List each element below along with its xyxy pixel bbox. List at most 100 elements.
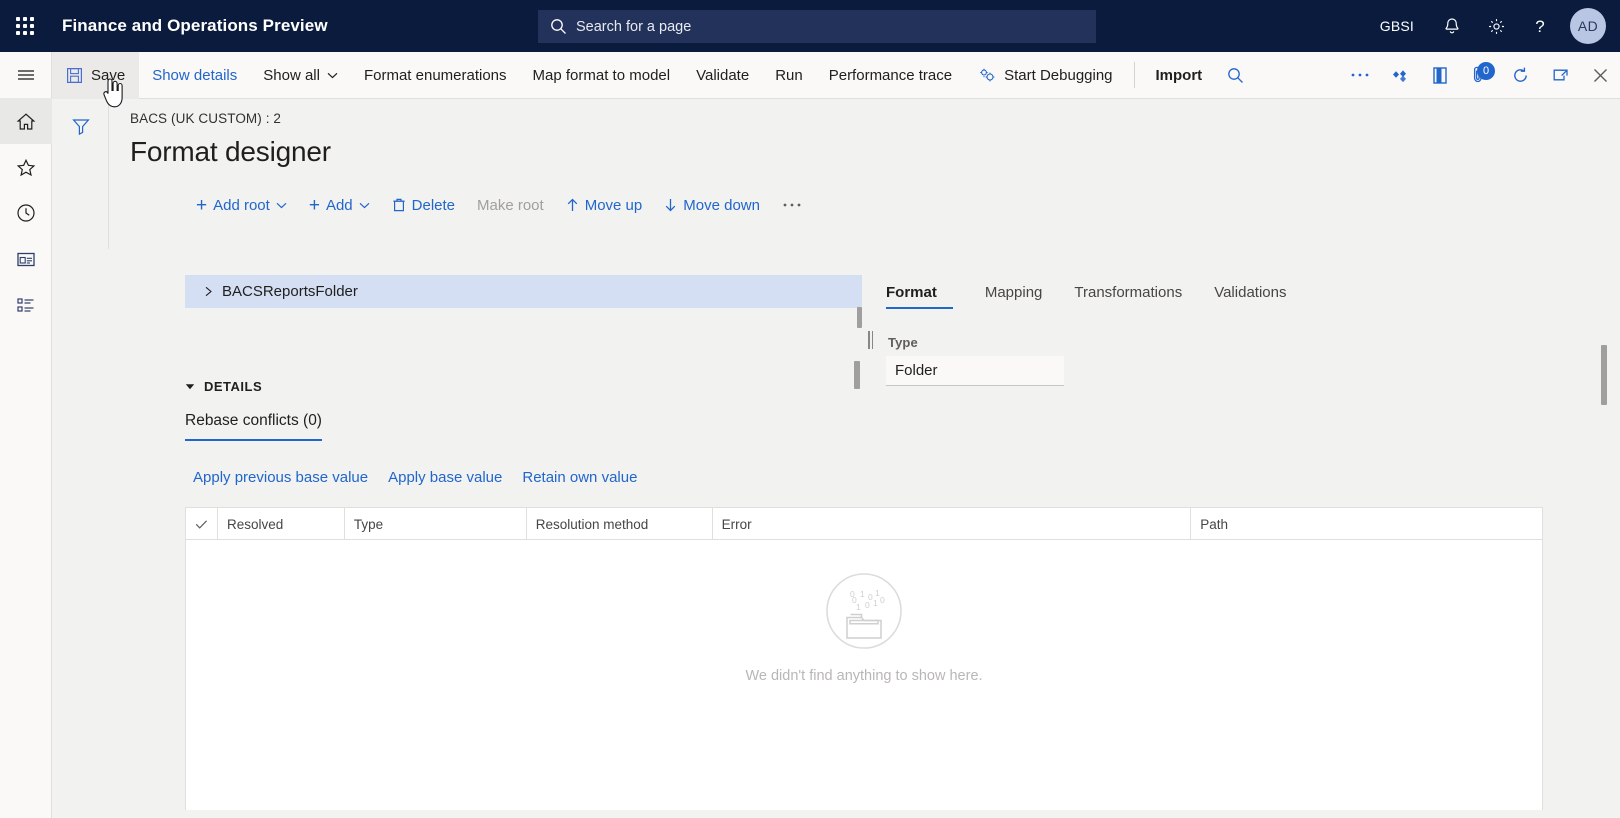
question-mark-icon: ? bbox=[1535, 17, 1544, 36]
home-icon bbox=[16, 112, 35, 130]
cmd-office-app-button[interactable] bbox=[1420, 52, 1460, 99]
apply-previous-base-value-link[interactable]: Apply previous base value bbox=[185, 469, 378, 486]
tab-validations-label: Validations bbox=[1214, 284, 1287, 301]
app-launcher-button[interactable] bbox=[0, 0, 50, 52]
add-root-button[interactable]: + Add root bbox=[185, 190, 298, 220]
nav-menu-toggle[interactable] bbox=[0, 52, 52, 98]
tab-validations[interactable]: Validations bbox=[1198, 284, 1302, 309]
ellipsis-icon bbox=[783, 203, 801, 207]
notifications-button[interactable] bbox=[1430, 0, 1474, 52]
cmd-overflow-button[interactable] bbox=[1340, 52, 1380, 99]
left-nav-rail bbox=[0, 52, 52, 818]
page-vertical-scrollbar[interactable] bbox=[1601, 345, 1607, 405]
grid-header-path[interactable]: Path bbox=[1191, 508, 1542, 540]
nav-recent[interactable] bbox=[0, 190, 52, 236]
conflict-actions: Apply previous base value Apply base val… bbox=[185, 469, 1580, 486]
tab-format[interactable]: Format bbox=[886, 284, 953, 309]
tree-vertical-scrollbar[interactable] bbox=[857, 307, 862, 328]
tab-transformations-label: Transformations bbox=[1074, 284, 1183, 301]
designer-split: BACSReportsFolder Format Mapping Transfo… bbox=[130, 275, 1620, 818]
grid-header-error[interactable]: Error bbox=[713, 508, 1192, 540]
top-header-bar: Finance and Operations Preview GBSI ? AD bbox=[0, 0, 1620, 52]
chevron-down-icon bbox=[359, 202, 370, 208]
tab-mapping-label: Mapping bbox=[984, 284, 1043, 301]
save-button[interactable]: Save bbox=[52, 51, 140, 99]
move-up-label: Move up bbox=[584, 196, 643, 214]
cmd-attachments-button[interactable]: 0 bbox=[1460, 52, 1500, 99]
cmd-import[interactable]: Import bbox=[1143, 52, 1216, 99]
cmd-refresh-button[interactable] bbox=[1500, 52, 1540, 99]
header-actions: GBSI ? AD bbox=[1364, 0, 1620, 52]
refresh-icon bbox=[1513, 67, 1527, 82]
svg-text:0: 0 bbox=[880, 595, 885, 605]
command-bar: Save Show details Show all Format enumer… bbox=[52, 51, 1620, 99]
svg-text:1: 1 bbox=[860, 589, 865, 599]
svg-text:0: 0 bbox=[850, 589, 855, 599]
retain-own-value-link[interactable]: Retain own value bbox=[512, 469, 647, 486]
cmd-format-enumerations[interactable]: Format enumerations bbox=[351, 52, 520, 99]
chevron-right-icon[interactable] bbox=[198, 286, 218, 297]
tree-node-label: BACSReportsFolder bbox=[222, 283, 358, 300]
cmd-performance-trace[interactable]: Performance trace bbox=[816, 52, 965, 99]
cmd-open-new-window-button[interactable] bbox=[1540, 52, 1580, 99]
settings-button[interactable] bbox=[1474, 0, 1518, 52]
chevron-down-icon bbox=[327, 72, 338, 78]
cmd-show-details-label: Show details bbox=[152, 66, 238, 84]
delete-button[interactable]: Delete bbox=[381, 190, 466, 220]
company-selector[interactable]: GBSI bbox=[1364, 18, 1430, 34]
delete-label: Delete bbox=[411, 196, 455, 214]
filter-icon bbox=[72, 118, 90, 135]
global-search[interactable] bbox=[538, 10, 1096, 43]
tree-overflow-button[interactable] bbox=[771, 190, 813, 220]
tab-rebase-conflicts[interactable]: Rebase conflicts (0) bbox=[185, 412, 322, 441]
attachment-count-badge: 0 bbox=[1477, 61, 1495, 80]
bell-icon bbox=[1445, 17, 1459, 33]
modules-list-icon bbox=[16, 298, 33, 312]
help-button[interactable]: ? bbox=[1518, 0, 1562, 52]
search-input[interactable] bbox=[576, 18, 1084, 35]
grid-header-type[interactable]: Type bbox=[345, 508, 527, 540]
cmd-map-format-to-model[interactable]: Map format to model bbox=[520, 52, 684, 99]
grid-header-select-all[interactable] bbox=[186, 508, 218, 540]
tree-node-bacsreportsfolder[interactable]: BACSReportsFolder bbox=[185, 275, 862, 308]
save-label: Save bbox=[91, 66, 126, 84]
cmd-validate[interactable]: Validate bbox=[683, 52, 762, 99]
cmd-search-button[interactable] bbox=[1215, 52, 1255, 99]
plus-icon: + bbox=[308, 194, 320, 216]
tree-scroll-thumb[interactable] bbox=[854, 361, 860, 389]
tab-mapping[interactable]: Mapping bbox=[969, 284, 1059, 309]
move-down-button[interactable]: Move down bbox=[653, 190, 771, 220]
nav-favorites[interactable] bbox=[0, 144, 52, 190]
apply-base-value-link[interactable]: Apply base value bbox=[378, 469, 512, 486]
add-button[interactable]: + Add bbox=[298, 190, 381, 220]
user-avatar[interactable]: AD bbox=[1570, 8, 1606, 44]
details-section-header[interactable]: DETAILS bbox=[185, 379, 1580, 394]
filter-button[interactable] bbox=[68, 113, 94, 139]
nav-workspaces[interactable] bbox=[0, 236, 52, 282]
cmd-show-details[interactable]: Show details bbox=[139, 52, 250, 99]
trash-icon bbox=[392, 198, 405, 212]
nav-modules[interactable] bbox=[0, 282, 52, 328]
grid-header-resolution-method[interactable]: Resolution method bbox=[527, 508, 713, 540]
add-label: Add bbox=[325, 196, 353, 214]
cmd-office-diamond-button[interactable] bbox=[1380, 52, 1420, 99]
cmd-run[interactable]: Run bbox=[762, 52, 816, 99]
nav-home[interactable] bbox=[0, 98, 52, 144]
cmd-map-format-to-model-label: Map format to model bbox=[532, 66, 671, 84]
cmd-show-all[interactable]: Show all bbox=[250, 52, 351, 99]
grid-header-resolved[interactable]: Resolved bbox=[218, 508, 345, 540]
tab-transformations[interactable]: Transformations bbox=[1058, 284, 1198, 309]
move-up-button[interactable]: Move up bbox=[555, 190, 654, 220]
search-icon bbox=[550, 18, 567, 35]
details-section-title: DETAILS bbox=[204, 379, 263, 394]
grid-empty-state: 01 01 10 10 0 We didn't find anything to… bbox=[186, 540, 1542, 818]
cmd-format-enumerations-label: Format enumerations bbox=[363, 66, 507, 84]
details-section: DETAILS Rebase conflicts (0) Apply previ… bbox=[185, 379, 1580, 818]
triangle-collapse-icon bbox=[185, 384, 195, 390]
search-icon bbox=[1227, 67, 1243, 83]
pane-splitter-handle[interactable] bbox=[868, 331, 876, 349]
cmd-start-debugging[interactable]: Start Debugging bbox=[965, 52, 1125, 99]
empty-folder-icon: 01 01 10 10 0 bbox=[826, 573, 902, 649]
cmd-close-button[interactable] bbox=[1580, 52, 1620, 99]
workspace-icon bbox=[16, 252, 35, 266]
